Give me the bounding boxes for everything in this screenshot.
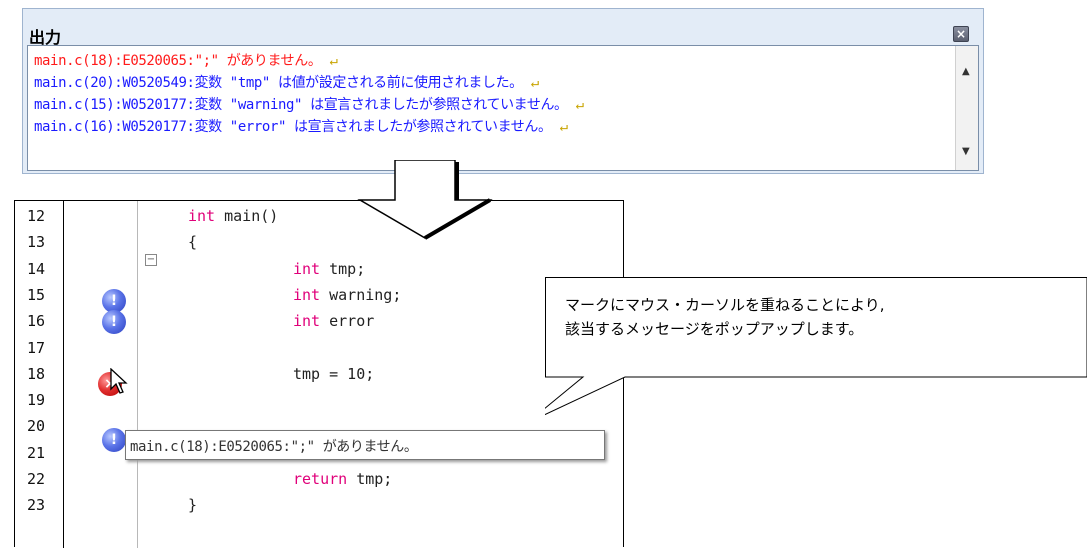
- error-tooltip: main.c(18):E0520065:";" がありません。: [125, 430, 605, 460]
- line-number: 23: [27, 496, 46, 515]
- line-number: 17: [27, 338, 46, 357]
- code-keyword: int: [293, 259, 321, 278]
- output-line-text: main.c(20):W0520549:変数 "tmp" は値が設定される前に使…: [34, 75, 523, 91]
- code-line[interactable]: int warning;: [293, 286, 401, 304]
- line-number: 15: [27, 285, 46, 304]
- callout-text: マークにマウス・カーソルを重ねることにより, 該当するメッセージをポップアップし…: [565, 293, 884, 341]
- code-line[interactable]: {: [188, 233, 197, 251]
- output-line-warning[interactable]: main.c(16):W0520177:変数 "error" は宣言されましたが…: [34, 116, 568, 136]
- scroll-up-icon[interactable]: ▲: [962, 66, 970, 77]
- code-text: tmp = 10;: [293, 364, 375, 383]
- code-text: {: [188, 233, 198, 252]
- code-keyword: int: [188, 207, 216, 225]
- line-number: 21: [27, 443, 46, 462]
- code-text: tmp;: [320, 259, 366, 278]
- gutter-divider: [63, 201, 64, 548]
- line-number: 18: [27, 364, 46, 383]
- output-line-error[interactable]: main.c(18):E0520065:";" がありません。 ↵: [34, 50, 338, 70]
- info-mark-icon[interactable]: !: [102, 428, 126, 452]
- down-arrow-icon: [357, 160, 493, 240]
- fold-guide-line: [137, 201, 138, 548]
- code-line[interactable]: return tmp;: [293, 470, 392, 488]
- output-line-warning[interactable]: main.c(20):W0520549:変数 "tmp" は値が設定される前に使…: [34, 72, 539, 92]
- code-line[interactable]: tmp = 10;: [293, 365, 374, 383]
- output-line-text: main.c(18):E0520065:";" がありません。: [34, 53, 322, 69]
- line-number: 14: [27, 259, 46, 278]
- fold-toggle-icon[interactable]: −: [145, 254, 157, 266]
- close-icon[interactable]: ×: [953, 26, 969, 42]
- code-text: tmp;: [347, 470, 393, 488]
- code-keyword: int: [293, 285, 321, 304]
- return-mark-icon: ↵: [575, 97, 584, 113]
- code-line[interactable]: int error: [293, 312, 374, 330]
- info-mark-icon[interactable]: !: [102, 310, 126, 334]
- tooltip-text: main.c(18):E0520065:";" がありません。: [130, 439, 418, 455]
- output-panel: 出力 × main.c(18):E0520065:";" がありません。 ↵ ma…: [22, 8, 984, 174]
- return-mark-icon: ↵: [559, 119, 568, 135]
- line-number: 13: [27, 233, 46, 252]
- callout-line-1: マークにマウス・カーソルを重ねることにより,: [565, 296, 885, 314]
- line-number: 19: [27, 391, 46, 410]
- output-line-warning[interactable]: main.c(15):W0520177:変数 "warning" は宣言されまし…: [34, 94, 584, 114]
- line-number: 12: [27, 207, 46, 225]
- code-line[interactable]: }: [188, 496, 197, 514]
- code-keyword: return: [293, 470, 348, 488]
- line-number: 22: [27, 470, 46, 488]
- scroll-down-icon[interactable]: ▼: [962, 146, 970, 157]
- line-number: 16: [27, 312, 46, 331]
- code-line[interactable]: int main(): [188, 207, 278, 225]
- code-text: main(): [215, 207, 279, 225]
- code-editor[interactable]: − 12 int main() 13 {14 int tmp; 15 int warning…: [14, 200, 624, 548]
- output-line-text: main.c(16):W0520177:変数 "error" は宣言されましたが…: [34, 119, 552, 135]
- code-keyword: int: [293, 312, 321, 331]
- line-number: 20: [27, 417, 46, 436]
- code-text: error: [320, 312, 375, 331]
- mouse-pointer-icon: [110, 368, 128, 394]
- code-text: }: [188, 496, 198, 515]
- return-mark-icon: ↵: [530, 75, 539, 91]
- code-text: warning;: [320, 285, 402, 304]
- code-line[interactable]: int tmp;: [293, 260, 365, 278]
- output-text-area[interactable]: main.c(18):E0520065:";" がありません。 ↵ main.c(…: [27, 45, 979, 171]
- return-mark-icon: ↵: [329, 53, 338, 69]
- callout-line-2: 該当するメッセージをポップアップします。: [565, 320, 864, 338]
- output-line-text: main.c(15):W0520177:変数 "warning" は宣言されまし…: [34, 97, 568, 113]
- output-scrollbar[interactable]: ▲ ▼: [955, 46, 978, 170]
